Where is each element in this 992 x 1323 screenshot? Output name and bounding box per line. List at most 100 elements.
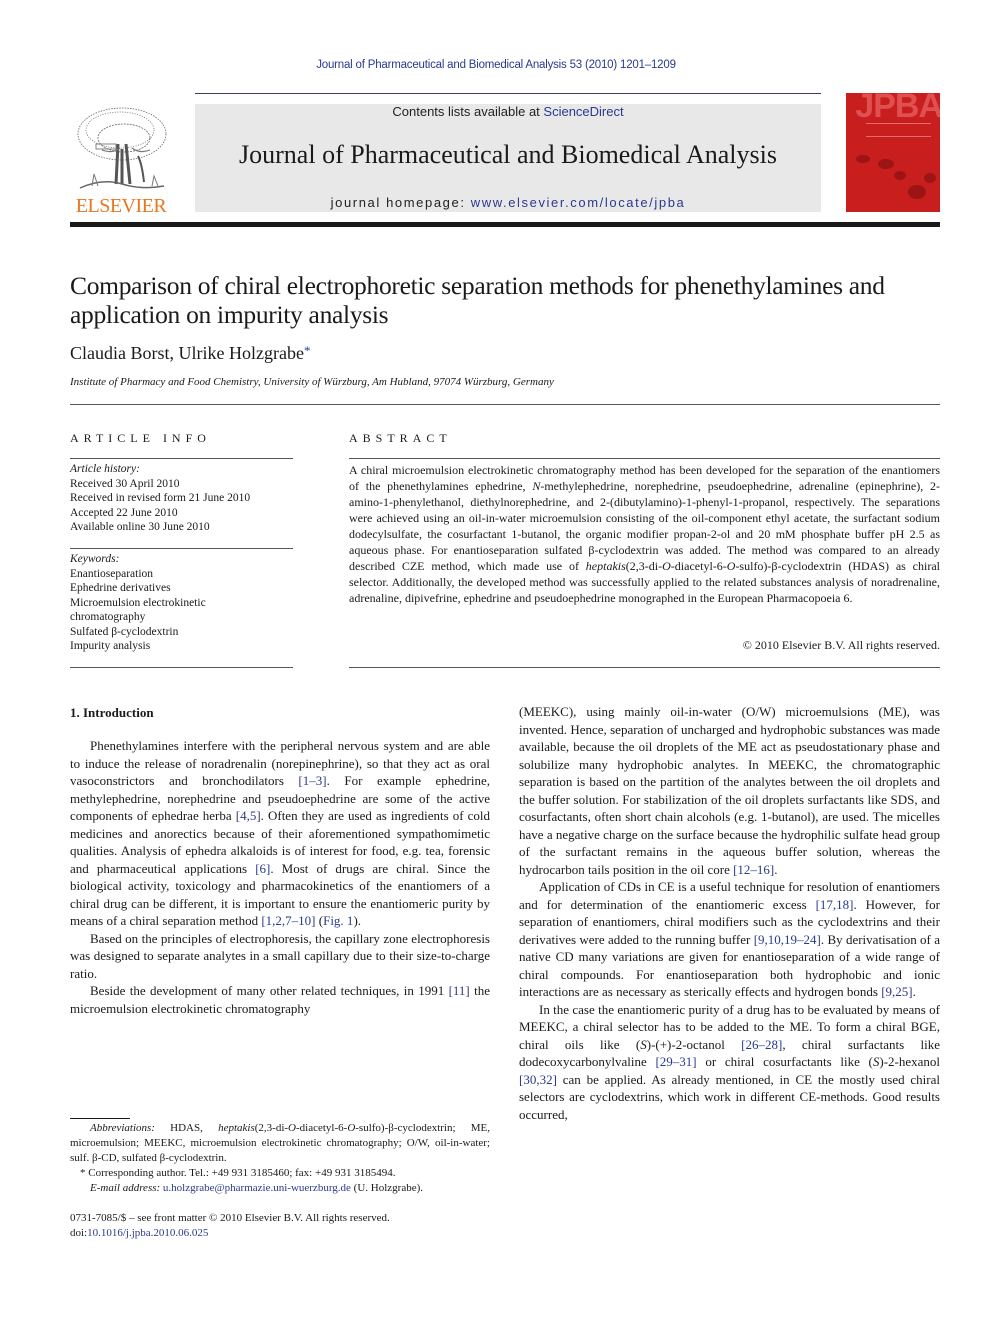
elsevier-wordmark: ELSEVIER bbox=[75, 195, 167, 217]
journal-cover-image[interactable]: JPBA bbox=[846, 93, 940, 212]
text: or chiral cosurfactants like ( bbox=[696, 1054, 873, 1069]
abstract-segment: (2,3-di- bbox=[625, 559, 663, 573]
abbreviations-label: Abbreviations: bbox=[90, 1122, 155, 1134]
abstract-segment: O bbox=[662, 559, 671, 573]
text: can be applied. As already mentioned, in… bbox=[519, 1071, 940, 1122]
text: . bbox=[912, 984, 916, 999]
section-heading-introduction: 1. Introduction bbox=[70, 705, 154, 720]
text: (MEEKC), using mainly oil-in-water (O/W)… bbox=[519, 704, 940, 877]
citation-link[interactable]: [1,2,7–10] bbox=[261, 913, 315, 928]
keyword-item: Impurity analysis bbox=[70, 640, 151, 652]
divider bbox=[70, 667, 293, 668]
paragraph: Application of CDs in CE is a useful tec… bbox=[519, 878, 940, 1001]
history-item: Accepted 22 June 2010 bbox=[70, 506, 178, 519]
abstract-copyright: © 2010 Elsevier B.V. All rights reserved… bbox=[742, 638, 940, 652]
text: ). bbox=[353, 913, 362, 928]
sciencedirect-link[interactable]: ScienceDirect bbox=[543, 104, 623, 119]
text: )-2-hexanol bbox=[879, 1054, 940, 1069]
citation-link[interactable]: [29–31] bbox=[655, 1054, 696, 1069]
citation-link[interactable]: [6] bbox=[255, 861, 270, 876]
paragraph: Phenethylamines interfere with the perip… bbox=[70, 737, 490, 930]
divider bbox=[349, 667, 940, 668]
issn-line: 0731-7085/$ – see front matter © 2010 El… bbox=[70, 1212, 390, 1224]
text: (U. Holzgrabe). bbox=[350, 1182, 424, 1194]
text: ( bbox=[315, 913, 324, 928]
cover-decoration bbox=[924, 173, 936, 183]
text: (2,3-di- bbox=[254, 1122, 289, 1134]
citation-link[interactable]: [1–3] bbox=[298, 773, 326, 788]
keyword-item: Sulfated β-cyclodextrin bbox=[70, 625, 179, 638]
affiliation: Institute of Pharmacy and Food Chemistry… bbox=[70, 376, 554, 388]
divider bbox=[70, 458, 293, 459]
cover-decoration bbox=[908, 185, 926, 199]
article-info-heading: ARTICLE INFO bbox=[70, 431, 211, 445]
footnote-rule bbox=[70, 1118, 130, 1119]
text: O bbox=[288, 1122, 296, 1134]
history-item: Received in revised form 21 June 2010 bbox=[70, 492, 251, 504]
divider bbox=[70, 404, 940, 405]
elsevier-tree-icon bbox=[77, 107, 167, 189]
elsevier-logo[interactable]: ELSEVIER bbox=[70, 104, 172, 217]
journal-title: Journal of Pharmaceutical and Biomedical… bbox=[239, 140, 777, 169]
citation-link[interactable]: [12–16] bbox=[733, 862, 774, 877]
text: )-(+)-2-octanol bbox=[646, 1036, 742, 1052]
citation-link[interactable]: [17,18] bbox=[816, 897, 854, 912]
header-top-rule bbox=[195, 93, 821, 94]
figure-link[interactable]: Fig. 1 bbox=[323, 913, 353, 928]
keyword-item: Microemulsion electrokinetic chromatogra… bbox=[70, 596, 206, 624]
email-footnote: E-mail address: u.holzgrabe@pharmazie.un… bbox=[70, 1181, 490, 1196]
paragraph: Based on the principles of electrophores… bbox=[70, 930, 490, 981]
imprint: 0731-7085/$ – see front matter © 2010 El… bbox=[70, 1211, 490, 1241]
paragraph: (MEEKC), using mainly oil-in-water (O/W)… bbox=[519, 703, 940, 878]
cover-acronym: JPBA bbox=[855, 93, 940, 125]
divider bbox=[70, 548, 293, 549]
keywords: Keywords: Enantioseparation Ephedrine de… bbox=[70, 552, 293, 654]
doi-link[interactable]: 10.1016/j.jpba.2010.06.025 bbox=[87, 1227, 208, 1239]
article-history: Article history: Received 30 April 2010 … bbox=[70, 462, 293, 535]
abstract-segment: -diacetyl-6- bbox=[670, 559, 727, 573]
citation-link[interactable]: [11] bbox=[449, 983, 470, 998]
running-head[interactable]: Journal of Pharmaceutical and Biomedical… bbox=[0, 59, 992, 71]
article-title: Comparison of chiral electrophoretic sep… bbox=[70, 271, 885, 329]
text: -diacetyl-6- bbox=[296, 1122, 348, 1134]
corresponding-footnote: * Corresponding author. Tel.: +49 931 31… bbox=[80, 1167, 396, 1179]
doi-label: doi: bbox=[70, 1227, 88, 1239]
paragraph: In the case the enantiomeric purity of a… bbox=[519, 1001, 940, 1124]
authors-names: Claudia Borst, Ulrike Holzgrabe bbox=[70, 343, 304, 363]
cover-decoration bbox=[856, 155, 870, 163]
text: Beside the development of many other rel… bbox=[90, 983, 449, 998]
homepage-prefix: journal homepage: bbox=[330, 195, 471, 210]
homepage-link[interactable]: www.elsevier.com/locate/jpba bbox=[471, 195, 686, 210]
text: . bbox=[774, 861, 778, 877]
homepage-line: journal homepage: www.elsevier.com/locat… bbox=[195, 195, 821, 210]
keyword-item: Ephedrine derivatives bbox=[70, 582, 171, 594]
abstract-text: A chiral microemulsion electrokinetic ch… bbox=[349, 462, 940, 606]
divider bbox=[349, 458, 940, 459]
corresponding-author-link[interactable]: * bbox=[304, 343, 311, 358]
citation-link[interactable]: [4,5] bbox=[236, 808, 261, 823]
abbreviations-footnote: Abbreviations: HDAS, heptakis(2,3-di-O-d… bbox=[70, 1121, 490, 1166]
abstract-segment: heptakis bbox=[585, 559, 626, 573]
header-thick-rule bbox=[70, 222, 940, 227]
contents-line: Contents lists available at ScienceDirec… bbox=[195, 104, 821, 119]
citation-link[interactable]: [9,10,19–24] bbox=[754, 932, 821, 947]
text: heptakis bbox=[218, 1122, 255, 1134]
contents-prefix: Contents lists available at bbox=[392, 104, 544, 119]
citation-link[interactable]: [26–28] bbox=[741, 1037, 782, 1052]
body-column-left: Phenethylamines interfere with the perip… bbox=[70, 737, 490, 1017]
cover-subtitle-lines bbox=[866, 123, 931, 137]
cover-decoration bbox=[894, 171, 906, 180]
citation-link[interactable]: [9,25] bbox=[881, 984, 912, 999]
history-item: Received 30 April 2010 bbox=[70, 477, 180, 490]
history-item: Available online 30 June 2010 bbox=[70, 521, 210, 533]
journal-masthead: Contents lists available at ScienceDirec… bbox=[195, 104, 821, 212]
body-column-right: (MEEKC), using mainly oil-in-water (O/W)… bbox=[519, 703, 940, 1123]
email-label: E-mail address: bbox=[90, 1182, 163, 1194]
history-label: Article history: bbox=[70, 463, 140, 475]
email-link[interactable]: u.holzgrabe@pharmazie.uni-wuerzburg.de bbox=[163, 1182, 351, 1194]
keywords-label: Keywords: bbox=[70, 553, 120, 565]
footnotes: Abbreviations: HDAS, heptakis(2,3-di-O-d… bbox=[70, 1121, 490, 1196]
abstract-heading: ABSTRACT bbox=[349, 431, 452, 445]
paragraph: Beside the development of many other rel… bbox=[70, 982, 490, 1017]
citation-link[interactable]: [30,32] bbox=[519, 1072, 557, 1087]
